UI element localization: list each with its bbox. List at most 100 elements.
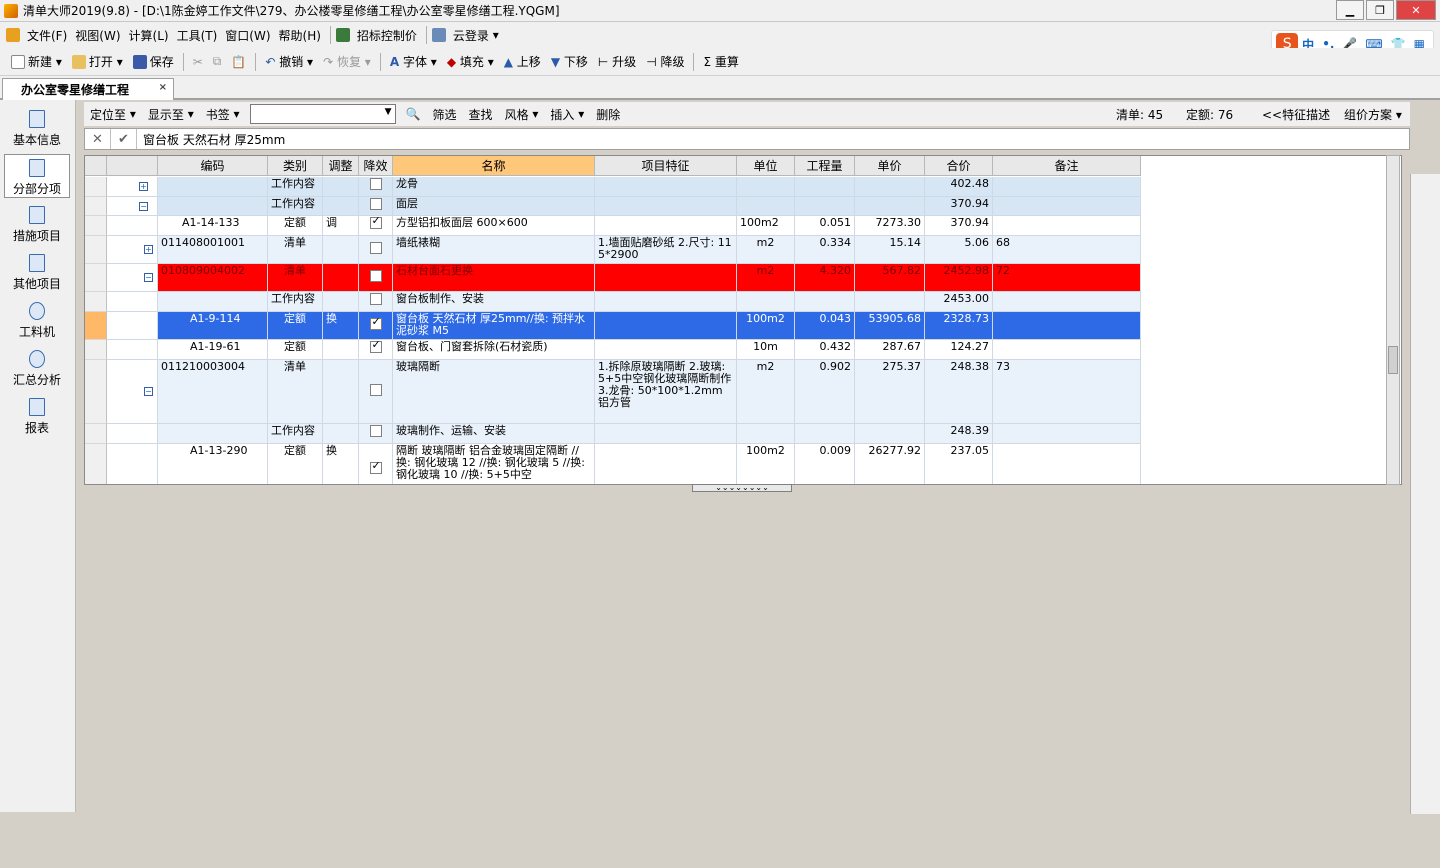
cell-qty[interactable]: 0.043 bbox=[795, 312, 855, 340]
cell-qty[interactable] bbox=[795, 197, 855, 216]
cell-total[interactable]: 402.48 bbox=[925, 177, 993, 197]
cell-code[interactable] bbox=[158, 292, 268, 312]
menu-cloud-login[interactable]: 云登录 ▾ bbox=[449, 27, 503, 44]
table-row[interactable]: A1-13-290 定额 换 隔断 玻璃隔断 铝合金玻璃固定隔断 //换: 钢化… bbox=[85, 444, 1387, 484]
cell-code[interactable] bbox=[158, 424, 268, 444]
cell-adjust[interactable]: 调 bbox=[323, 216, 359, 236]
table-row[interactable]: − 011210003004 清单 玻璃隔断 1.拆除原玻璃隔断 2.玻璃: 5… bbox=[85, 360, 1387, 424]
cell-name[interactable]: 隔断 玻璃隔断 铝合金玻璃固定隔断 //换: 钢化玻璃 12 //换: 钢化玻璃… bbox=[393, 444, 595, 484]
tab-project[interactable]: 办公室零星修缮工程 × bbox=[2, 78, 174, 100]
nav-other[interactable]: 其他项目 bbox=[4, 248, 70, 292]
new-button[interactable]: 新建 ▾ bbox=[6, 53, 67, 70]
cell-category[interactable]: 清单 bbox=[268, 360, 323, 424]
cell-category[interactable]: 清单 bbox=[268, 236, 323, 264]
cell-note[interactable] bbox=[993, 216, 1141, 236]
locate-to-button[interactable]: 定位至 ▾ bbox=[84, 106, 142, 123]
cell-qty[interactable]: 0.334 bbox=[795, 236, 855, 264]
expand-icon[interactable]: + bbox=[139, 182, 148, 191]
open-button[interactable]: 打开 ▾ bbox=[67, 53, 128, 70]
nav-basic-info[interactable]: 基本信息 bbox=[4, 104, 70, 148]
cell-adjust[interactable] bbox=[323, 177, 359, 197]
search-combo[interactable] bbox=[249, 104, 396, 124]
cell-price[interactable] bbox=[855, 197, 925, 216]
cell-category[interactable]: 清单 bbox=[268, 264, 323, 292]
bill-grid-scrollbar[interactable] bbox=[1386, 155, 1400, 485]
cell-code[interactable]: A1-13-290 bbox=[158, 444, 268, 484]
cell-unit[interactable]: m2 bbox=[737, 236, 795, 264]
cell-feature[interactable]: 1.拆除原玻璃隔断 2.玻璃: 5+5中空钢化玻璃隔断制作 3.龙骨: 50*1… bbox=[595, 360, 737, 424]
menu-calc[interactable]: 计算(L) bbox=[125, 27, 173, 44]
collapse-icon[interactable]: − bbox=[139, 202, 148, 211]
cell-category[interactable]: 工作内容 bbox=[268, 197, 323, 216]
close-button[interactable]: ✕ bbox=[1396, 0, 1436, 20]
menu-file[interactable]: 文件(F) bbox=[23, 27, 71, 44]
cell-reduce[interactable] bbox=[359, 216, 393, 236]
copy-button[interactable]: ⧉ bbox=[208, 54, 227, 69]
cell-feature[interactable] bbox=[595, 197, 737, 216]
cell-feature[interactable] bbox=[595, 177, 737, 197]
reduce-checkbox[interactable] bbox=[369, 270, 382, 282]
col-name-header[interactable]: 名称 bbox=[393, 156, 595, 176]
reduce-checkbox[interactable] bbox=[369, 216, 382, 229]
cell-price[interactable]: 567.82 bbox=[855, 264, 925, 292]
cell-code[interactable]: 011408001001 bbox=[158, 236, 268, 264]
menu-tools[interactable]: 工具(T) bbox=[173, 27, 222, 44]
cell-qty[interactable]: 0.432 bbox=[795, 340, 855, 360]
minimize-button[interactable]: ▁ bbox=[1336, 0, 1364, 20]
restore-button[interactable]: ❐ bbox=[1366, 0, 1394, 20]
cell-price[interactable] bbox=[855, 177, 925, 197]
cell-reduce[interactable] bbox=[359, 360, 393, 424]
cell-price[interactable] bbox=[855, 292, 925, 312]
cell-name[interactable]: 龙骨 bbox=[393, 177, 595, 197]
cell-qty[interactable] bbox=[795, 424, 855, 444]
cell-category[interactable]: 工作内容 bbox=[268, 177, 323, 197]
cell-code[interactable]: 010809004002 bbox=[158, 264, 268, 292]
demote-button[interactable]: ⊣ 降级 bbox=[641, 53, 689, 70]
cell-unit[interactable]: m2 bbox=[737, 360, 795, 424]
cell-total[interactable]: 2328.73 bbox=[925, 312, 993, 340]
cell-code[interactable]: A1-19-61 bbox=[158, 340, 268, 360]
col-feature-header[interactable]: 项目特征 bbox=[595, 156, 737, 176]
reduce-checkbox[interactable] bbox=[369, 316, 382, 330]
cell-feature[interactable] bbox=[595, 264, 737, 292]
cell-reduce[interactable] bbox=[359, 424, 393, 444]
cell-total[interactable]: 248.39 bbox=[925, 424, 993, 444]
cell-category[interactable]: 工作内容 bbox=[268, 424, 323, 444]
cell-unit[interactable]: 10m bbox=[737, 340, 795, 360]
table-row[interactable]: A1-9-114 定额 换 窗台板 天然石材 厚25mm//换: 预拌水泥砂浆 … bbox=[85, 312, 1387, 340]
show-to-button[interactable]: 显示至 ▾ bbox=[142, 106, 200, 123]
cell-category[interactable]: 定额 bbox=[268, 340, 323, 360]
fill-button[interactable]: ◆ 填充 ▾ bbox=[442, 53, 499, 70]
reduce-checkbox[interactable] bbox=[369, 293, 382, 305]
cell-feature[interactable] bbox=[595, 340, 737, 360]
cell-code[interactable]: A1-9-114 bbox=[158, 312, 268, 340]
cell-total[interactable]: 2452.98 bbox=[925, 264, 993, 292]
cell-adjust[interactable]: 换 bbox=[323, 312, 359, 340]
cell-name[interactable]: 窗台板、门窗套拆除(石材瓷质) bbox=[393, 340, 595, 360]
search-icon[interactable]: 🔍 bbox=[400, 107, 427, 121]
cell-adjust[interactable] bbox=[323, 292, 359, 312]
col-total-header[interactable]: 合价 bbox=[925, 156, 993, 176]
cell-price[interactable]: 7273.30 bbox=[855, 216, 925, 236]
cell-feature[interactable] bbox=[595, 292, 737, 312]
cell-name[interactable]: 玻璃隔断 bbox=[393, 360, 595, 424]
reduce-checkbox[interactable] bbox=[369, 425, 382, 437]
cell-unit[interactable]: 100m2 bbox=[737, 216, 795, 236]
cell-unit[interactable] bbox=[737, 177, 795, 197]
cell-total[interactable]: 5.06 bbox=[925, 236, 993, 264]
cell-price[interactable]: 15.14 bbox=[855, 236, 925, 264]
cell-note[interactable]: 68 bbox=[993, 236, 1141, 264]
cell-qty[interactable]: 0.902 bbox=[795, 360, 855, 424]
cell-adjust[interactable] bbox=[323, 340, 359, 360]
cell-total[interactable]: 237.05 bbox=[925, 444, 993, 484]
reduce-checkbox[interactable] bbox=[369, 178, 382, 190]
cell-unit[interactable] bbox=[737, 424, 795, 444]
recalc-button[interactable]: Σ 重算 bbox=[698, 53, 743, 70]
cell-total[interactable]: 2453.00 bbox=[925, 292, 993, 312]
nav-measures[interactable]: 措施项目 bbox=[4, 200, 70, 244]
cell-note[interactable] bbox=[993, 197, 1141, 216]
cell-reduce[interactable] bbox=[359, 177, 393, 197]
cell-price[interactable] bbox=[855, 424, 925, 444]
cell-adjust[interactable]: 换 bbox=[323, 444, 359, 484]
move-down-button[interactable]: ▼ 下移 bbox=[546, 53, 593, 70]
